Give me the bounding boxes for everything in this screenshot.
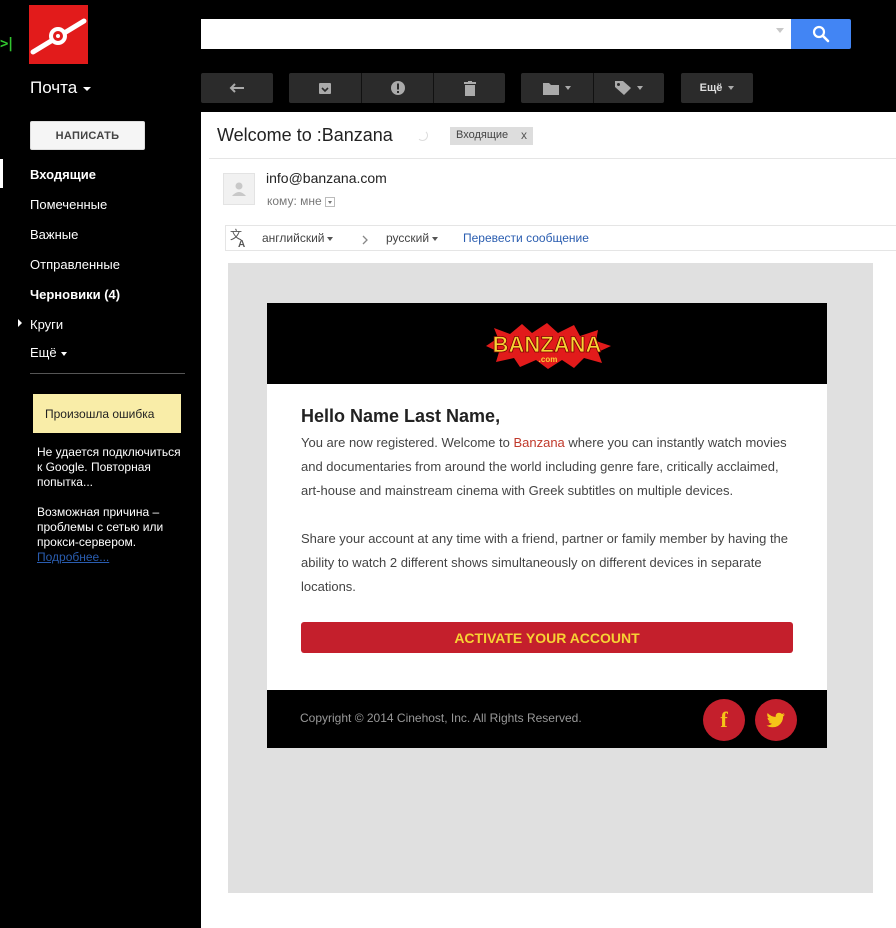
search-icon	[812, 25, 830, 43]
svg-text:A: A	[238, 239, 245, 248]
email-paragraph-1: You are now registered. Welcome to Banza…	[301, 431, 801, 503]
activate-account-button[interactable]: ACTIVATE YOUR ACCOUNT	[301, 622, 793, 653]
facebook-button[interactable]: f	[703, 699, 745, 741]
sidebar-divider	[30, 373, 185, 374]
expand-arrow-icon[interactable]	[18, 319, 22, 327]
sidebar-item-important[interactable]: Важные	[30, 227, 78, 242]
app-title: Почта	[30, 78, 78, 97]
copyright-text: Copyright © 2014 Cinehost, Inc. All Righ…	[300, 711, 582, 725]
report-spam-button[interactable]	[361, 73, 433, 103]
target-language-select[interactable]: русский	[386, 231, 439, 245]
translate-message-link[interactable]: Перевести сообщение	[463, 231, 589, 245]
spam-icon	[390, 81, 405, 95]
sender-email: info@banzana.com	[266, 170, 387, 186]
loading-spinner-icon	[417, 130, 428, 141]
move-to-button[interactable]	[521, 73, 593, 103]
app-logo[interactable]	[29, 5, 88, 64]
recipient-line: кому: мне	[267, 194, 335, 208]
email-greeting: Hello Name Last Name,	[301, 406, 501, 426]
error-message-connect: Не удается подключиться к Google. Повтор…	[37, 445, 181, 489]
back-button[interactable]	[201, 73, 273, 103]
back-arrow-icon	[229, 83, 244, 93]
search-input[interactable]	[201, 19, 791, 49]
label-chip-inbox[interactable]: Входящие x	[450, 127, 533, 145]
avatar[interactable]	[223, 173, 255, 205]
twitter-button[interactable]	[755, 699, 797, 741]
label-chip-text: Входящие	[456, 129, 509, 141]
message-subject: Welcome to :Banzana	[217, 125, 393, 145]
translate-message-label: Перевести сообщение	[463, 231, 589, 245]
brand-link[interactable]: Banzana	[513, 435, 564, 450]
banzana-logo[interactable]: BANZANA .com	[480, 322, 614, 370]
sidebar-item-drafts[interactable]: Черновики (4)	[30, 287, 120, 302]
archive-icon	[319, 83, 331, 94]
target-language-label: русский	[386, 231, 430, 245]
source-language-label: английский	[262, 231, 325, 245]
folder-icon	[543, 82, 559, 95]
source-language-select[interactable]: английский	[262, 231, 334, 245]
translate-icon: 文 A	[229, 227, 249, 253]
close-icon[interactable]: x	[521, 128, 527, 142]
chevron-down-icon	[728, 86, 735, 90]
twitter-icon	[766, 712, 785, 727]
logo-subtext: .com	[539, 355, 558, 364]
search-options-caret-icon[interactable]	[776, 28, 784, 33]
sidebar-item-sent[interactable]: Отправленные	[30, 257, 120, 272]
sidebar-item-circles[interactable]: Круги	[30, 317, 63, 332]
logo-icon	[30, 18, 87, 55]
trash-icon	[463, 80, 476, 96]
archive-button[interactable]	[289, 73, 361, 103]
sidebar-item-starred[interactable]: Помеченные	[30, 197, 107, 212]
terminal-prompt-glyph: >|	[0, 36, 15, 52]
show-details-icon[interactable]	[324, 196, 335, 207]
label-tag-icon	[615, 81, 631, 95]
logo-text: BANZANA	[493, 332, 602, 357]
delete-button[interactable]	[433, 73, 505, 103]
chevron-down-icon	[565, 86, 571, 90]
sidebar-item-more-label: Ещё	[30, 345, 57, 360]
more-actions-button[interactable]: Ещё	[681, 73, 753, 103]
error-notice: Произошла ошибка	[33, 394, 181, 433]
email-paragraph-2: Share your account at any time with a fr…	[301, 531, 789, 594]
email-p1-start: You are now registered. Welcome to	[301, 435, 510, 450]
compose-button[interactable]: НАПИСАТЬ	[30, 121, 145, 150]
chevron-down-icon	[60, 351, 67, 356]
header-divider	[209, 158, 896, 159]
error-details: Подробнее...	[37, 550, 187, 565]
more-actions-label: Ещё	[699, 82, 723, 94]
labels-button[interactable]	[593, 73, 664, 103]
error-details-link[interactable]: Подробнее...	[37, 550, 109, 564]
search-button[interactable]	[791, 19, 851, 49]
chevron-down-icon	[83, 86, 92, 91]
email-header: BANZANA .com	[267, 303, 827, 384]
nav-active-indicator	[0, 159, 3, 188]
sidebar-item-inbox[interactable]: Входящие	[30, 167, 96, 182]
chevron-down-icon	[637, 86, 643, 90]
chevron-down-icon	[432, 236, 439, 241]
chevron-down-icon	[327, 236, 334, 241]
facebook-icon: f	[720, 707, 728, 732]
error-message-cause: Возможная причина – проблемы с сетью или…	[37, 505, 164, 549]
person-icon	[232, 182, 246, 196]
recipient-text: кому: мне	[267, 194, 322, 208]
app-switcher[interactable]: Почта	[30, 78, 92, 98]
sidebar-item-more[interactable]: Ещё	[30, 345, 67, 360]
chevron-right-icon	[361, 232, 369, 250]
